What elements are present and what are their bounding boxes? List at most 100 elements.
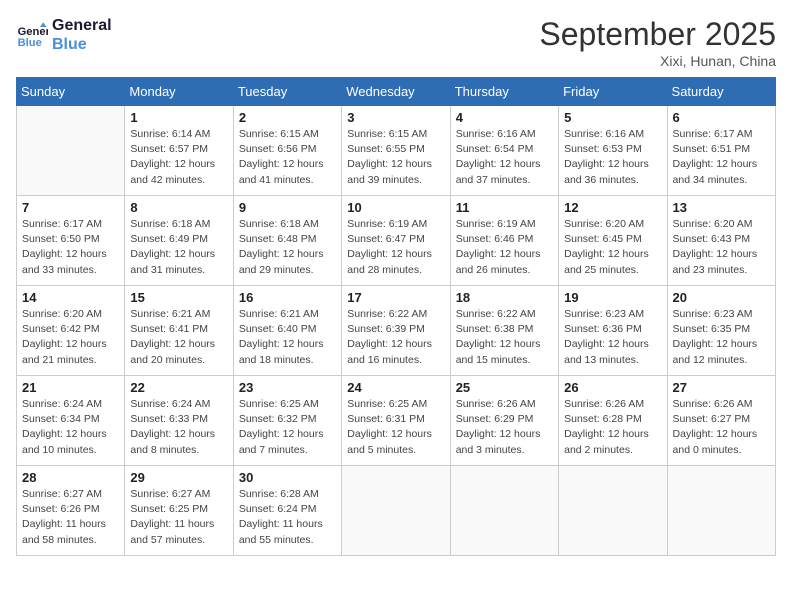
day-number: 4 [456, 110, 553, 125]
calendar-cell: 18 Sunrise: 6:22 AMSunset: 6:38 PMDayligh… [450, 286, 558, 376]
calendar-cell: 29 Sunrise: 6:27 AMSunset: 6:25 PMDayligh… [125, 466, 233, 556]
day-info: Sunrise: 6:24 AMSunset: 6:34 PMDaylight:… [22, 397, 119, 458]
day-info: Sunrise: 6:15 AMSunset: 6:55 PMDaylight:… [347, 127, 444, 188]
calendar-cell: 28 Sunrise: 6:27 AMSunset: 6:26 PMDayligh… [17, 466, 125, 556]
day-number: 16 [239, 290, 336, 305]
calendar-cell: 19 Sunrise: 6:23 AMSunset: 6:36 PMDayligh… [559, 286, 667, 376]
day-info: Sunrise: 6:16 AMSunset: 6:54 PMDaylight:… [456, 127, 553, 188]
day-number: 30 [239, 470, 336, 485]
day-number: 8 [130, 200, 227, 215]
weekday-header-row: SundayMondayTuesdayWednesdayThursdayFrid… [17, 78, 776, 106]
day-info: Sunrise: 6:26 AMSunset: 6:28 PMDaylight:… [564, 397, 661, 458]
day-info: Sunrise: 6:25 AMSunset: 6:31 PMDaylight:… [347, 397, 444, 458]
day-number: 2 [239, 110, 336, 125]
logo-icon: General Blue [16, 19, 48, 51]
day-number: 17 [347, 290, 444, 305]
calendar-table: SundayMondayTuesdayWednesdayThursdayFrid… [16, 77, 776, 556]
calendar-cell: 4 Sunrise: 6:16 AMSunset: 6:54 PMDaylight… [450, 106, 558, 196]
day-info: Sunrise: 6:26 AMSunset: 6:29 PMDaylight:… [456, 397, 553, 458]
day-info: Sunrise: 6:18 AMSunset: 6:48 PMDaylight:… [239, 217, 336, 278]
day-info: Sunrise: 6:28 AMSunset: 6:24 PMDaylight:… [239, 487, 336, 548]
calendar-cell: 27 Sunrise: 6:26 AMSunset: 6:27 PMDayligh… [667, 376, 775, 466]
calendar-cell [17, 106, 125, 196]
day-number: 20 [673, 290, 770, 305]
day-info: Sunrise: 6:22 AMSunset: 6:38 PMDaylight:… [456, 307, 553, 368]
day-info: Sunrise: 6:27 AMSunset: 6:26 PMDaylight:… [22, 487, 119, 548]
page-header: General Blue General Blue September 2025… [16, 16, 776, 69]
day-info: Sunrise: 6:27 AMSunset: 6:25 PMDaylight:… [130, 487, 227, 548]
day-info: Sunrise: 6:22 AMSunset: 6:39 PMDaylight:… [347, 307, 444, 368]
day-info: Sunrise: 6:23 AMSunset: 6:35 PMDaylight:… [673, 307, 770, 368]
day-number: 24 [347, 380, 444, 395]
svg-text:General: General [18, 26, 48, 38]
day-info: Sunrise: 6:20 AMSunset: 6:43 PMDaylight:… [673, 217, 770, 278]
calendar-cell: 30 Sunrise: 6:28 AMSunset: 6:24 PMDayligh… [233, 466, 341, 556]
day-number: 14 [22, 290, 119, 305]
calendar-cell: 23Sunrise: 6:25 AMSunset: 6:32 PMDayligh… [233, 376, 341, 466]
day-info: Sunrise: 6:20 AMSunset: 6:45 PMDaylight:… [564, 217, 661, 278]
day-info: Sunrise: 6:26 AMSunset: 6:27 PMDaylight:… [673, 397, 770, 458]
calendar-cell: 11 Sunrise: 6:19 AMSunset: 6:46 PMDayligh… [450, 196, 558, 286]
calendar-week-5: 28 Sunrise: 6:27 AMSunset: 6:26 PMDayligh… [17, 466, 776, 556]
calendar-cell: 1 Sunrise: 6:14 AMSunset: 6:57 PMDaylight… [125, 106, 233, 196]
calendar-week-3: 14 Sunrise: 6:20 AMSunset: 6:42 PMDayligh… [17, 286, 776, 376]
weekday-header-tuesday: Tuesday [233, 78, 341, 106]
day-number: 27 [673, 380, 770, 395]
day-info: Sunrise: 6:25 AMSunset: 6:32 PMDaylight:… [239, 397, 336, 458]
calendar-cell: 9Sunrise: 6:18 AMSunset: 6:48 PMDaylight… [233, 196, 341, 286]
logo-general: General [52, 16, 112, 35]
day-number: 1 [130, 110, 227, 125]
day-number: 12 [564, 200, 661, 215]
calendar-cell: 7Sunrise: 6:17 AMSunset: 6:50 PMDaylight… [17, 196, 125, 286]
calendar-cell: 25 Sunrise: 6:26 AMSunset: 6:29 PMDayligh… [450, 376, 558, 466]
day-info: Sunrise: 6:21 AMSunset: 6:40 PMDaylight:… [239, 307, 336, 368]
day-number: 10 [347, 200, 444, 215]
weekday-header-monday: Monday [125, 78, 233, 106]
day-number: 3 [347, 110, 444, 125]
calendar-cell: 21 Sunrise: 6:24 AMSunset: 6:34 PMDayligh… [17, 376, 125, 466]
weekday-header-saturday: Saturday [667, 78, 775, 106]
day-info: Sunrise: 6:18 AMSunset: 6:49 PMDaylight:… [130, 217, 227, 278]
day-number: 28 [22, 470, 119, 485]
day-info: Sunrise: 6:24 AMSunset: 6:33 PMDaylight:… [130, 397, 227, 458]
logo: General Blue General Blue [16, 16, 112, 54]
day-info: Sunrise: 6:14 AMSunset: 6:57 PMDaylight:… [130, 127, 227, 188]
calendar-cell: 24 Sunrise: 6:25 AMSunset: 6:31 PMDayligh… [342, 376, 450, 466]
calendar-cell: 22Sunrise: 6:24 AMSunset: 6:33 PMDayligh… [125, 376, 233, 466]
calendar-cell: 20 Sunrise: 6:23 AMSunset: 6:35 PMDayligh… [667, 286, 775, 376]
logo-blue: Blue [52, 35, 112, 54]
day-info: Sunrise: 6:19 AMSunset: 6:46 PMDaylight:… [456, 217, 553, 278]
day-number: 29 [130, 470, 227, 485]
month-title: September 2025 [539, 16, 776, 53]
day-number: 6 [673, 110, 770, 125]
weekday-header-friday: Friday [559, 78, 667, 106]
calendar-cell: 13 Sunrise: 6:20 AMSunset: 6:43 PMDayligh… [667, 196, 775, 286]
calendar-cell: 5Sunrise: 6:16 AMSunset: 6:53 PMDaylight… [559, 106, 667, 196]
calendar-cell: 14 Sunrise: 6:20 AMSunset: 6:42 PMDayligh… [17, 286, 125, 376]
calendar-cell: 15Sunrise: 6:21 AMSunset: 6:41 PMDayligh… [125, 286, 233, 376]
day-number: 26 [564, 380, 661, 395]
day-number: 19 [564, 290, 661, 305]
weekday-header-wednesday: Wednesday [342, 78, 450, 106]
day-info: Sunrise: 6:23 AMSunset: 6:36 PMDaylight:… [564, 307, 661, 368]
calendar-cell [342, 466, 450, 556]
day-info: Sunrise: 6:17 AMSunset: 6:50 PMDaylight:… [22, 217, 119, 278]
calendar-cell: 16 Sunrise: 6:21 AMSunset: 6:40 PMDayligh… [233, 286, 341, 376]
day-info: Sunrise: 6:15 AMSunset: 6:56 PMDaylight:… [239, 127, 336, 188]
day-info: Sunrise: 6:20 AMSunset: 6:42 PMDaylight:… [22, 307, 119, 368]
day-number: 11 [456, 200, 553, 215]
calendar-cell: 17 Sunrise: 6:22 AMSunset: 6:39 PMDayligh… [342, 286, 450, 376]
day-number: 21 [22, 380, 119, 395]
title-block: September 2025 Xixi, Hunan, China [539, 16, 776, 69]
weekday-header-thursday: Thursday [450, 78, 558, 106]
day-info: Sunrise: 6:16 AMSunset: 6:53 PMDaylight:… [564, 127, 661, 188]
calendar-week-4: 21 Sunrise: 6:24 AMSunset: 6:34 PMDayligh… [17, 376, 776, 466]
day-number: 13 [673, 200, 770, 215]
calendar-cell: 6 Sunrise: 6:17 AMSunset: 6:51 PMDaylight… [667, 106, 775, 196]
calendar-week-1: 1 Sunrise: 6:14 AMSunset: 6:57 PMDaylight… [17, 106, 776, 196]
day-info: Sunrise: 6:17 AMSunset: 6:51 PMDaylight:… [673, 127, 770, 188]
calendar-cell: 26 Sunrise: 6:26 AMSunset: 6:28 PMDayligh… [559, 376, 667, 466]
day-number: 18 [456, 290, 553, 305]
calendar-cell [450, 466, 558, 556]
day-number: 25 [456, 380, 553, 395]
